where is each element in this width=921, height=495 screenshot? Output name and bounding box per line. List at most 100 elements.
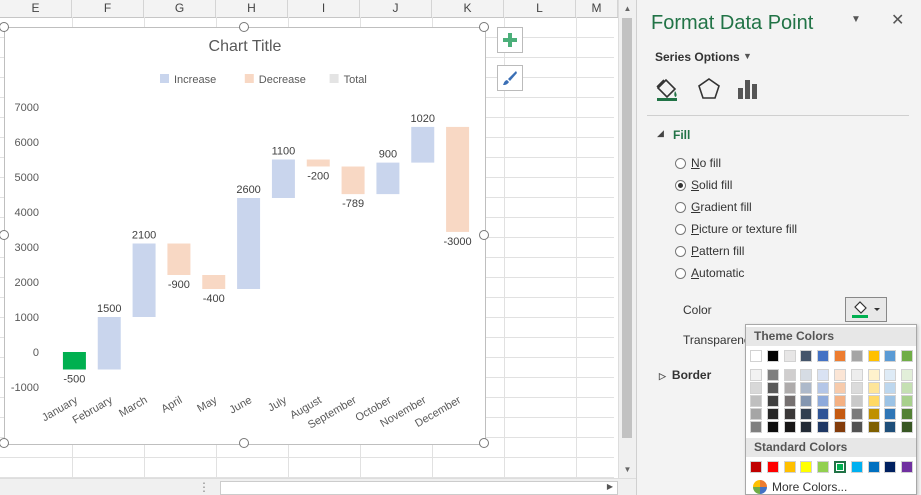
theme-color-swatch[interactable] [834, 350, 846, 362]
standard-color-swatch[interactable] [850, 461, 863, 473]
theme-shade-swatch[interactable] [867, 369, 880, 381]
theme-shade-swatch[interactable] [901, 408, 914, 420]
theme-shade-swatch[interactable] [783, 395, 796, 407]
horizontal-track[interactable] [220, 481, 618, 495]
theme-shade-swatch[interactable] [766, 395, 779, 407]
standard-color-swatch[interactable] [834, 461, 846, 473]
radio-button[interactable] [675, 223, 686, 235]
radio-button[interactable] [675, 245, 686, 257]
column-header-i[interactable]: I [288, 0, 360, 17]
radio-button[interactable] [675, 201, 686, 213]
column-header-j[interactable]: J [360, 0, 432, 17]
fill-color-picker-button[interactable] [845, 297, 887, 322]
theme-shade-swatch[interactable] [817, 395, 830, 407]
theme-color-swatch[interactable] [800, 350, 813, 362]
scroll-right-icon[interactable]: ▶ [604, 481, 616, 493]
theme-shade-swatch[interactable] [834, 395, 846, 407]
theme-shade-swatch[interactable] [817, 382, 830, 394]
theme-shade-swatch[interactable] [884, 421, 897, 433]
theme-shade-swatch[interactable] [901, 421, 914, 433]
theme-shade-swatch[interactable] [750, 382, 762, 394]
resize-handle[interactable] [0, 438, 9, 448]
theme-shade-swatch[interactable] [766, 421, 779, 433]
resize-handle[interactable] [479, 230, 489, 240]
worksheet[interactable]: EFGHIJKLM ▲ ▼ ⋮ ◀ ▶ Chart Title Increase D… [0, 0, 636, 495]
fill-section-header[interactable]: Fill [673, 128, 690, 142]
chart-elements-button[interactable] [497, 27, 523, 53]
column-header-f[interactable]: F [72, 0, 144, 17]
theme-shade-swatch[interactable] [867, 421, 880, 433]
column-header-m[interactable]: M [576, 0, 618, 17]
chart-canvas[interactable]: Chart Title Increase Decrease Total -1000 0 10… [5, 28, 485, 444]
theme-shade-swatch[interactable] [766, 369, 779, 381]
theme-shade-swatch[interactable] [750, 395, 762, 407]
chart-styles-button[interactable] [497, 65, 523, 91]
theme-shade-swatch[interactable] [834, 369, 846, 381]
theme-color-swatch[interactable] [750, 350, 762, 362]
column-header-k[interactable]: K [432, 0, 504, 17]
theme-color-swatch[interactable] [783, 350, 796, 362]
close-icon[interactable]: ✕ [891, 10, 904, 30]
theme-color-swatch[interactable] [884, 350, 897, 362]
theme-shade-swatch[interactable] [834, 421, 846, 433]
theme-color-swatch[interactable] [766, 350, 779, 362]
theme-shade-swatch[interactable] [800, 421, 813, 433]
theme-shade-swatch[interactable] [884, 395, 897, 407]
theme-shade-swatch[interactable] [834, 408, 846, 420]
theme-shade-swatch[interactable] [884, 369, 897, 381]
theme-shade-swatch[interactable] [901, 382, 914, 394]
resize-handle[interactable] [479, 438, 489, 448]
fill-option-picture-or-texture-fill[interactable]: Picture or texture fill [675, 220, 797, 238]
theme-color-swatch[interactable] [867, 350, 880, 362]
standard-color-swatch[interactable] [901, 461, 914, 473]
paint-bucket-icon[interactable] [654, 76, 680, 102]
color-dropdown[interactable]: Theme Colors Standard Colors More Colors… [745, 324, 917, 495]
fill-option-pattern-fill[interactable]: Pattern fill [675, 242, 744, 260]
waterfall-chart[interactable]: Chart Title Increase Decrease Total -1000 0 10… [4, 27, 486, 445]
theme-shade-swatch[interactable] [783, 369, 796, 381]
theme-shade-swatch[interactable] [783, 382, 796, 394]
theme-shade-swatch[interactable] [850, 369, 863, 381]
theme-shade-swatch[interactable] [884, 382, 897, 394]
theme-color-swatch[interactable] [850, 350, 863, 362]
theme-shade-swatch[interactable] [867, 408, 880, 420]
theme-shade-swatch[interactable] [901, 369, 914, 381]
radio-button[interactable] [675, 267, 686, 279]
more-colors-item[interactable]: More Colors... [752, 479, 847, 495]
theme-shade-swatch[interactable] [850, 382, 863, 394]
standard-color-swatch[interactable] [783, 461, 796, 473]
radio-button[interactable] [675, 157, 686, 169]
collapse-triangle-icon[interactable]: ◢ [657, 128, 664, 139]
theme-shade-swatch[interactable] [834, 382, 846, 394]
theme-shade-swatch[interactable] [817, 369, 830, 381]
standard-color-swatch[interactable] [867, 461, 880, 473]
theme-shade-swatch[interactable] [884, 408, 897, 420]
fill-option-solid-fill[interactable]: Solid fill [675, 176, 732, 194]
column-header-h[interactable]: H [216, 0, 288, 17]
scroll-down-icon[interactable]: ▼ [619, 461, 636, 478]
resize-handle[interactable] [239, 438, 249, 448]
theme-shade-swatch[interactable] [750, 369, 762, 381]
column-header-g[interactable]: G [144, 0, 216, 17]
theme-shade-swatch[interactable] [901, 395, 914, 407]
series-options-dropdown[interactable]: Series Options [655, 50, 740, 64]
standard-color-swatch[interactable] [884, 461, 897, 473]
theme-shade-swatch[interactable] [783, 421, 796, 433]
theme-shade-swatch[interactable] [800, 382, 813, 394]
resize-handle[interactable] [239, 22, 249, 32]
resize-handle[interactable] [479, 22, 489, 32]
fill-option-no-fill[interactable]: No fill [675, 154, 721, 172]
column-header-e[interactable]: E [0, 0, 72, 17]
theme-shade-swatch[interactable] [750, 421, 762, 433]
theme-color-swatch[interactable] [817, 350, 830, 362]
pane-options-chevron-icon[interactable]: ▼ [851, 14, 861, 25]
theme-shade-swatch[interactable] [800, 395, 813, 407]
theme-shade-swatch[interactable] [817, 421, 830, 433]
theme-shade-swatch[interactable] [867, 395, 880, 407]
theme-shade-swatch[interactable] [750, 408, 762, 420]
theme-shade-swatch[interactable] [850, 421, 863, 433]
fill-option-gradient-fill[interactable]: Gradient fill [675, 198, 752, 216]
bar-chart-icon[interactable] [735, 76, 761, 102]
chevron-down-icon[interactable]: ▼ [743, 51, 752, 61]
radio-button[interactable] [675, 179, 686, 191]
